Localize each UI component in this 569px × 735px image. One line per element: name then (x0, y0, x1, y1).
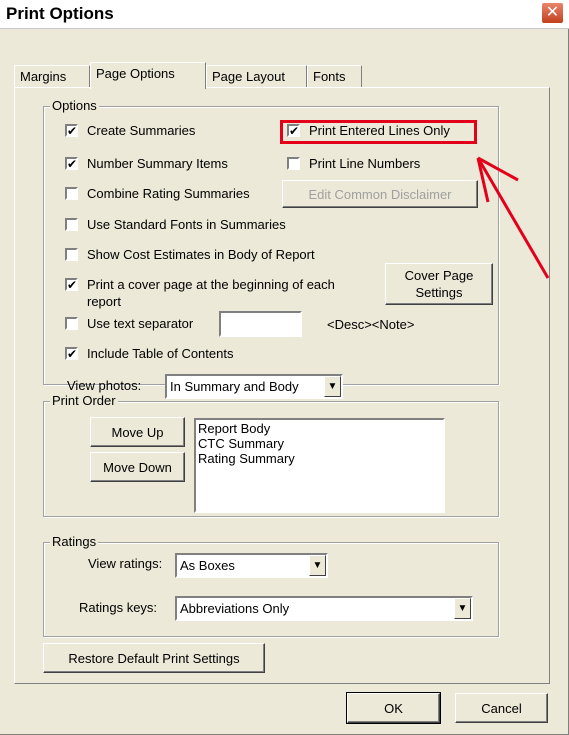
tab-fonts[interactable]: Fonts (307, 65, 362, 87)
restore-defaults-label: Restore Default Print Settings (68, 650, 240, 666)
tab-margins[interactable]: Margins (14, 65, 90, 87)
create-summaries-checkbox[interactable]: ✔ Create Summaries (65, 122, 195, 139)
close-icon[interactable]: ✕ (541, 2, 564, 24)
create-summaries-label: Create Summaries (87, 123, 196, 138)
cancel-label: Cancel (481, 700, 522, 716)
use-standard-fonts-label: Use Standard Fonts in Summaries (87, 217, 286, 232)
view-ratings-dropdown[interactable]: As Boxes ▼ (175, 553, 328, 578)
empty-checkbox-icon (65, 218, 78, 231)
print-options-dialog: Print Options ✕ Margins Page Options Pag… (0, 0, 569, 735)
restore-default-print-settings-button[interactable]: Restore Default Print Settings (43, 643, 265, 673)
include-toc-checkbox[interactable]: ✔ Include Table of Contents (65, 345, 233, 362)
dialog-title: Print Options (6, 4, 114, 23)
empty-checkbox-icon (65, 317, 78, 330)
print-cover-page-label: Print a cover page at the beginning of e… (87, 276, 335, 310)
view-photos-label: View photos: (67, 378, 142, 393)
print-entered-lines-only-checkbox[interactable]: ✔ Print Entered Lines Only (287, 122, 450, 139)
chevron-down-icon[interactable]: ▼ (309, 555, 326, 576)
text-separator-input[interactable] (219, 311, 302, 337)
view-photos-value: In Summary and Body (170, 379, 299, 394)
tab-label: Margins (20, 69, 67, 84)
view-ratings-value: As Boxes (180, 558, 235, 573)
move-down-button[interactable]: Move Down (90, 452, 185, 482)
print-order-group-label: Print Order (50, 393, 118, 409)
tab-label: Fonts (313, 69, 346, 84)
check-icon: ✔ (65, 347, 78, 361)
check-icon: ✔ (65, 124, 78, 138)
edit-common-disclaimer-button[interactable]: Edit Common Disclaimer (282, 180, 478, 208)
empty-checkbox-icon (65, 248, 78, 261)
print-line-numbers-checkbox[interactable]: Print Line Numbers (287, 155, 420, 172)
combine-rating-summaries-checkbox[interactable]: Combine Rating Summaries (65, 185, 250, 202)
use-text-separator-checkbox[interactable]: Use text separator (65, 315, 193, 332)
empty-checkbox-icon (287, 157, 300, 170)
use-standard-fonts-checkbox[interactable]: Use Standard Fonts in Summaries (65, 216, 286, 233)
ok-label: OK (384, 700, 403, 716)
check-icon: ✔ (65, 157, 78, 171)
move-up-label: Move Up (111, 424, 164, 440)
cancel-button[interactable]: Cancel (455, 693, 548, 723)
cover-page-settings-button[interactable]: Cover Page Settings (385, 263, 493, 305)
chevron-down-icon[interactable]: ▼ (324, 376, 341, 397)
list-item[interactable]: Report Body (198, 421, 441, 436)
ratings-keys-dropdown[interactable]: Abbreviations Only ▼ (175, 596, 473, 621)
edit-common-disclaimer-label: Edit Common Disclaimer (308, 186, 452, 202)
title-bar[interactable]: Print Options ✕ (0, 0, 569, 29)
list-item[interactable]: Rating Summary (198, 451, 441, 466)
show-cost-estimates-label: Show Cost Estimates in Body of Report (87, 247, 315, 262)
desc-note-text: <Desc><Note> (327, 317, 415, 332)
empty-checkbox-icon (65, 187, 78, 200)
check-icon: ✔ (65, 278, 78, 292)
use-text-separator-label: Use text separator (87, 316, 194, 331)
check-icon: ✔ (287, 124, 300, 138)
ratings-keys-value: Abbreviations Only (180, 601, 290, 616)
print-order-list[interactable]: Report Body CTC Summary Rating Summary (194, 418, 445, 513)
print-cover-page-label-line1: Print a cover page at the beginning of e… (87, 277, 335, 292)
chevron-down-icon[interactable]: ▼ (454, 598, 471, 619)
options-group-label: Options (50, 98, 99, 114)
number-summary-items-checkbox[interactable]: ✔ Number Summary Items (65, 155, 228, 172)
print-line-numbers-label: Print Line Numbers (309, 156, 421, 171)
view-ratings-label: View ratings: (88, 556, 163, 571)
print-cover-page-label-line2: report (87, 294, 121, 309)
show-cost-estimates-checkbox[interactable]: Show Cost Estimates in Body of Report (65, 246, 315, 263)
include-toc-label: Include Table of Contents (87, 346, 234, 361)
view-photos-dropdown[interactable]: In Summary and Body ▼ (165, 374, 343, 399)
ok-button[interactable]: OK (346, 692, 441, 724)
move-down-label: Move Down (103, 459, 172, 475)
tab-label: Page Layout (212, 69, 286, 84)
tab-page-options[interactable]: Page Options (90, 62, 206, 89)
ratings-keys-label: Ratings keys: (79, 600, 158, 615)
tab-label: Page Options (96, 66, 175, 81)
tab-page-layout[interactable]: Page Layout (206, 65, 307, 87)
cover-page-settings-label-line1: Cover Page (404, 268, 474, 283)
print-entered-lines-only-label: Print Entered Lines Only (309, 123, 450, 138)
list-item[interactable]: CTC Summary (198, 436, 441, 451)
ratings-group-label: Ratings (50, 534, 99, 550)
move-up-button[interactable]: Move Up (90, 417, 185, 447)
print-cover-page-checkbox[interactable]: ✔ Print a cover page at the beginning of… (65, 276, 335, 310)
cover-page-settings-label-line2: Settings (415, 285, 463, 300)
number-summary-items-label: Number Summary Items (87, 156, 228, 171)
combine-rating-summaries-label: Combine Rating Summaries (87, 186, 250, 201)
